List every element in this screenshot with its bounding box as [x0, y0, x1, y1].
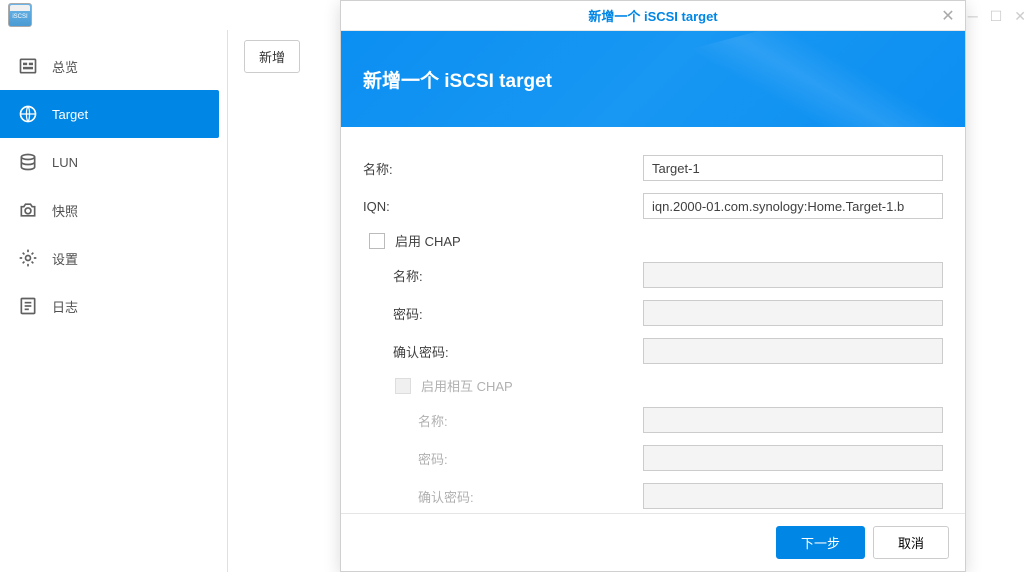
app-icon	[8, 3, 32, 27]
mutual-password-input	[643, 445, 943, 471]
chap-password-label: 密码:	[363, 304, 643, 323]
enable-mutual-chap-label: 启用相互 CHAP	[421, 376, 513, 395]
modal-header-title: 新增一个 iSCSI target	[363, 66, 552, 93]
modal-footer: 下一步 取消	[341, 513, 965, 571]
modal-titlebar: 新增一个 iSCSI target ✕	[341, 1, 965, 31]
sidebar-item-lun[interactable]: LUN	[0, 138, 219, 186]
window-controls: ─ ☐ ✕	[968, 8, 1026, 25]
sidebar-item-settings[interactable]: 设置	[0, 234, 219, 282]
close-icon[interactable]: ✕	[939, 7, 957, 25]
mutual-confirm-input	[643, 483, 943, 509]
overview-icon	[18, 56, 38, 76]
iqn-input[interactable]	[643, 193, 943, 219]
modal-body: 名称: IQN: 启用 CHAP 名称: 密码: 确认密码:	[341, 127, 965, 513]
name-label: 名称:	[363, 159, 643, 178]
sidebar-item-label: 设置	[52, 249, 78, 268]
minimize-icon[interactable]: ─	[968, 8, 978, 25]
sidebar-item-label: 快照	[52, 201, 78, 220]
mutual-confirm-label: 确认密码:	[363, 487, 643, 506]
mutual-password-label: 密码:	[363, 449, 643, 468]
cancel-button[interactable]: 取消	[873, 526, 949, 559]
enable-chap-label: 启用 CHAP	[395, 231, 461, 250]
close-window-icon[interactable]: ✕	[1014, 8, 1026, 25]
chap-name-label: 名称:	[363, 266, 643, 285]
mutual-name-input	[643, 407, 943, 433]
sidebar-item-label: Target	[52, 107, 88, 122]
maximize-icon[interactable]: ☐	[990, 8, 1003, 25]
sidebar-item-target[interactable]: Target	[0, 90, 219, 138]
modal-dialog: 新增一个 iSCSI target ✕ 新增一个 iSCSI target 名称…	[340, 0, 966, 572]
sidebar-item-label: 总览	[52, 57, 78, 76]
chap-name-input	[643, 262, 943, 288]
enable-chap-checkbox[interactable]	[369, 233, 385, 249]
iqn-label: IQN:	[363, 199, 643, 214]
chap-confirm-input	[643, 338, 943, 364]
sidebar-item-snapshot[interactable]: 快照	[0, 186, 219, 234]
modal-title: 新增一个 iSCSI target	[588, 6, 717, 25]
sidebar-item-label: 日志	[52, 297, 78, 316]
log-icon	[18, 296, 38, 316]
sidebar-item-overview[interactable]: 总览	[0, 42, 219, 90]
add-button[interactable]: 新增	[244, 40, 300, 73]
chap-password-input	[643, 300, 943, 326]
enable-mutual-chap-checkbox	[395, 378, 411, 394]
next-button[interactable]: 下一步	[776, 526, 865, 559]
gear-icon	[18, 248, 38, 268]
name-input[interactable]	[643, 155, 943, 181]
sidebar: 总览 Target LUN 快照 设置	[0, 30, 228, 572]
mutual-name-label: 名称:	[363, 411, 643, 430]
disk-icon	[18, 152, 38, 172]
chap-confirm-label: 确认密码:	[363, 342, 643, 361]
sidebar-item-label: LUN	[52, 155, 78, 170]
globe-icon	[18, 104, 38, 124]
sidebar-item-log[interactable]: 日志	[0, 282, 219, 330]
camera-icon	[18, 200, 38, 220]
modal-header: 新增一个 iSCSI target	[341, 31, 965, 127]
